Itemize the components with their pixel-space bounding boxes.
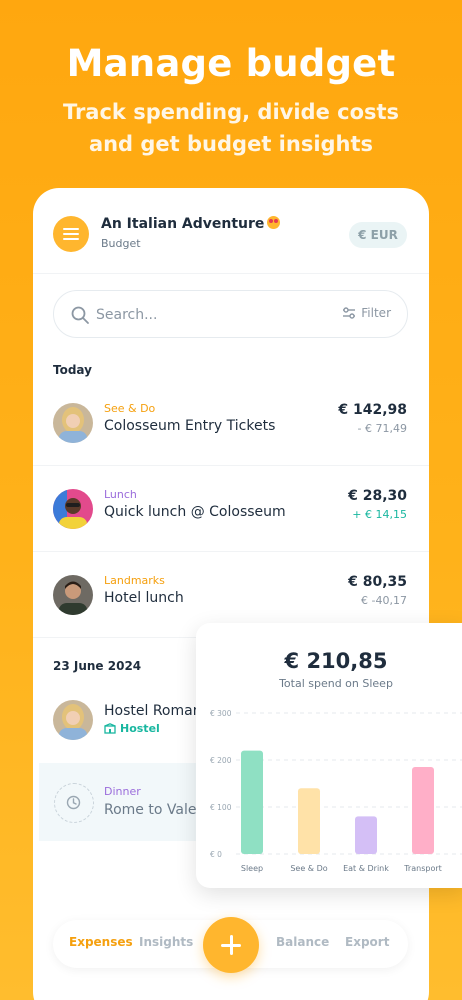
search-input[interactable] — [96, 304, 296, 326]
trip-title-text: An Italian Adventure — [101, 216, 265, 232]
top-bar: An Italian Adventure Budget € EUR — [33, 188, 429, 274]
nav-insights[interactable]: Insights — [139, 935, 193, 949]
heart-eyes-emoji-icon — [267, 216, 281, 229]
expense-category: Lunch — [104, 488, 137, 501]
search-bar[interactable]: Filter — [53, 290, 408, 338]
avatar — [53, 575, 93, 615]
avatar — [53, 489, 93, 529]
bar-see-do[interactable] — [298, 788, 320, 854]
avatar — [53, 403, 93, 443]
y-tick-label: € 300 — [210, 709, 232, 718]
expense-category: Dinner — [104, 785, 141, 798]
expense-split: + € 14,15 — [352, 508, 407, 521]
add-expense-button[interactable] — [203, 917, 259, 973]
section-date: 23 June 2024 — [53, 659, 142, 673]
expense-tag: Hostel — [104, 722, 160, 735]
expense-amount: € 80,35 — [348, 574, 407, 590]
expense-split: - € 71,49 — [357, 422, 407, 435]
clock-icon — [54, 783, 94, 823]
section-today: Today — [53, 363, 92, 377]
expense-row[interactable]: Lunch Quick lunch @ Colosseum € 28,30 + … — [33, 466, 429, 552]
hero-subtitle-line1: Track spending, divide costs — [62, 100, 400, 124]
expense-amount: € 142,98 — [338, 402, 407, 418]
x-tick-label: See & Do — [290, 864, 327, 873]
x-tick-label: Sleep — [241, 864, 263, 873]
expense-split: € -40,17 — [361, 594, 407, 607]
expense-amount: € 28,30 — [348, 488, 407, 504]
expense-title: Hotel lunch — [104, 590, 184, 606]
bar-sleep[interactable] — [241, 750, 263, 854]
y-tick-label: € 100 — [210, 803, 232, 812]
hero-title: Manage budget — [66, 42, 396, 85]
nav-balance[interactable]: Balance — [276, 935, 329, 949]
spend-bar-chart: € 0 € 100 € 200 € 300 Sleep See & Do Eat & Dri… — [210, 709, 462, 873]
filter-label: Filter — [361, 306, 391, 320]
insight-card: € 210,85 Total spend on Sleep € 0 € 100 € … — [196, 623, 462, 888]
expense-row[interactable]: See & Do Colosseum Entry Tickets € 142,9… — [33, 380, 429, 466]
trip-subtitle: Budget — [101, 237, 141, 250]
x-tick-label: Eat & Drink — [343, 864, 389, 873]
x-tick-label: Transport — [403, 864, 442, 873]
nav-export[interactable]: Export — [345, 935, 389, 949]
bar-eat-drink[interactable] — [355, 816, 377, 854]
nav-expenses[interactable]: Expenses — [69, 935, 133, 949]
bar-transport[interactable] — [412, 767, 434, 854]
expense-title: Quick lunch @ Colosseum — [104, 504, 286, 520]
expense-title: Rome to Valen — [104, 802, 206, 818]
hotel-icon — [104, 723, 116, 734]
trip-title: An Italian Adventure — [101, 216, 281, 232]
currency-button[interactable]: € EUR — [349, 222, 407, 248]
y-tick-label: € 0 — [210, 850, 222, 859]
search-icon — [71, 306, 89, 324]
expense-tag-label: Hostel — [120, 722, 160, 735]
filter-icon — [343, 307, 356, 319]
expense-title: Hostel Romana — [104, 703, 211, 719]
expense-title: Colosseum Entry Tickets — [104, 418, 276, 434]
expense-category: Landmarks — [104, 574, 165, 587]
hero-subtitle: Track spending, divide costs and get bud… — [0, 96, 462, 160]
avatar — [53, 700, 93, 740]
y-tick-label: € 200 — [210, 756, 232, 765]
hero-subtitle-line2: and get budget insights — [88, 132, 374, 156]
expense-category: See & Do — [104, 402, 156, 415]
filter-button[interactable]: Filter — [342, 306, 391, 320]
menu-icon[interactable] — [53, 216, 89, 252]
